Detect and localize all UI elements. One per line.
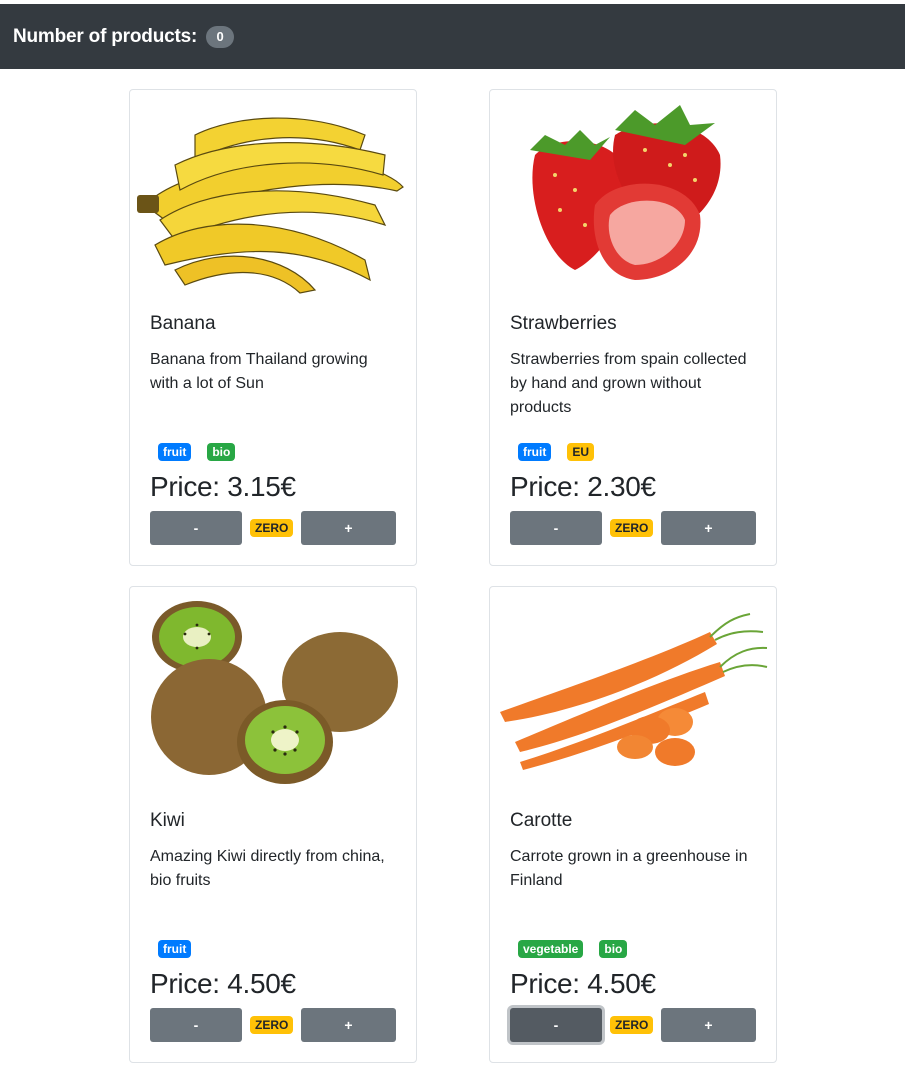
product-description: Strawberries from spain collected by han… xyxy=(510,351,747,416)
quantity-badge: ZERO xyxy=(610,519,654,537)
product-description: Carrote grown in a greenhouse in Finland xyxy=(510,848,748,889)
product-tags: fruit EU xyxy=(518,443,594,461)
banana-image xyxy=(135,95,411,295)
tag-badge: vegetable xyxy=(518,940,584,958)
product-name: Kiwi xyxy=(150,810,185,831)
quantity-badge: ZERO xyxy=(250,1016,294,1034)
product-card-strawberries: Strawberries Strawberries from spain col… xyxy=(489,89,777,566)
strawberries-image xyxy=(495,95,771,295)
product-name: Strawberries xyxy=(510,313,617,334)
product-name: Carotte xyxy=(510,810,573,831)
product-description: Amazing Kiwi directly from china, bio fr… xyxy=(150,848,385,889)
product-card-kiwi: Kiwi Amazing Kiwi directly from china, b… xyxy=(129,586,417,1063)
product-card-carotte: Carotte Carrote grown in a greenhouse in… xyxy=(489,586,777,1063)
navbar: Number of products: 0 xyxy=(0,4,905,69)
tag-badge: bio xyxy=(599,940,628,958)
tag-badge: EU xyxy=(567,443,594,461)
decrease-button[interactable]: - xyxy=(150,1008,242,1042)
quantity-badge: ZERO xyxy=(610,1016,654,1034)
tag-badge: fruit xyxy=(158,443,192,461)
navbar-title: Number of products: xyxy=(13,25,198,47)
tag-badge: bio xyxy=(207,443,236,461)
product-tags: fruit xyxy=(158,940,192,958)
decrease-button[interactable]: - xyxy=(510,1008,602,1042)
product-name: Banana xyxy=(150,313,216,334)
quantity-badge: ZERO xyxy=(250,519,294,537)
product-tags: vegetable bio xyxy=(518,940,628,958)
product-price: Price: 4.50€ xyxy=(510,968,656,999)
decrease-button[interactable]: - xyxy=(510,511,602,545)
carrots-image xyxy=(495,592,771,792)
tag-badge: fruit xyxy=(518,443,552,461)
increase-button[interactable]: + xyxy=(301,1008,396,1042)
product-tags: fruit bio xyxy=(158,443,236,461)
decrease-button[interactable]: - xyxy=(150,511,242,545)
product-description: Banana from Thailand growing with a lot … xyxy=(150,351,368,392)
tag-badge: fruit xyxy=(158,940,192,958)
increase-button[interactable]: + xyxy=(661,511,756,545)
increase-button[interactable]: + xyxy=(661,1008,756,1042)
product-card-banana: Banana Banana from Thailand growing with… xyxy=(129,89,417,566)
kiwi-image xyxy=(135,592,411,792)
increase-button[interactable]: + xyxy=(301,511,396,545)
product-price: Price: 2.30€ xyxy=(510,471,656,502)
product-price: Price: 3.15€ xyxy=(150,471,296,502)
product-price: Price: 4.50€ xyxy=(150,968,296,999)
product-count-badge: 0 xyxy=(206,25,235,48)
